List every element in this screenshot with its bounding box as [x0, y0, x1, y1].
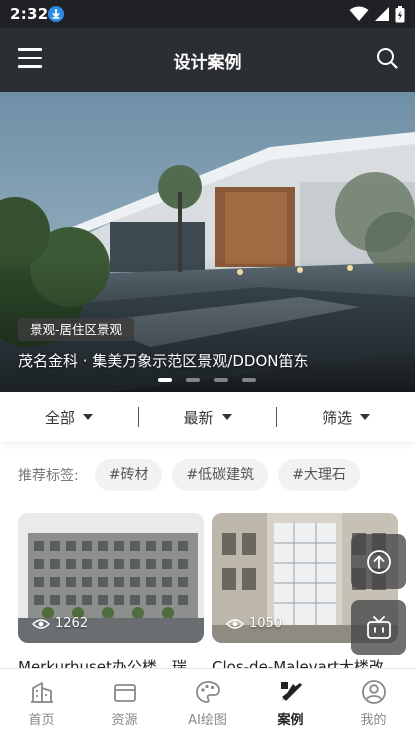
- scroll-to-top-button[interactable]: [351, 534, 406, 589]
- app-header: 设计案例: [0, 28, 415, 92]
- download-notification-icon: [48, 6, 64, 22]
- nav-item-ai-drawing[interactable]: AI绘图: [166, 669, 249, 738]
- banner-category-tag: 景观-居住区景观: [18, 318, 135, 341]
- filter-label: 最新: [183, 408, 214, 427]
- filter-all-dropdown[interactable]: 全部: [0, 407, 138, 428]
- nav-label: 资源: [111, 713, 138, 728]
- filter-bar: 全部 最新 筛选: [0, 392, 415, 442]
- battery-icon: [395, 5, 405, 22]
- recommended-tags: 推荐标签: #砖材 #低碳建筑 #大理石: [18, 458, 360, 492]
- tag-chip[interactable]: #大理石: [278, 459, 360, 491]
- tv-icon: [366, 615, 391, 639]
- page-title: 设计案例: [173, 53, 242, 73]
- filter-label: 筛选: [322, 408, 353, 427]
- nav-item-home[interactable]: 首页: [0, 669, 83, 738]
- folder-icon: [113, 684, 136, 702]
- palette-icon: [195, 681, 220, 703]
- caret-down-icon: [82, 414, 93, 420]
- signal-icon: [375, 7, 389, 21]
- status-time: 2:32: [10, 5, 49, 23]
- nav-label: 我的: [360, 713, 387, 728]
- case-card[interactable]: 1262: [18, 513, 204, 643]
- tag-chip[interactable]: #低碳建筑: [172, 459, 269, 491]
- view-count: 1050: [226, 616, 282, 631]
- arrow-up-circle-icon: [366, 549, 391, 574]
- banner-dot[interactable]: [186, 378, 200, 382]
- eye-icon: [32, 618, 50, 629]
- bottom-navigation: 首页 资源 AI绘图 案例 我的: [0, 668, 415, 738]
- app-screen: 2:32 设计案例 景观-居住区景观 茂名金科 · 集美万象示范区景观/DDON…: [0, 0, 415, 738]
- banner-image: [0, 92, 415, 392]
- tag-chip[interactable]: #砖材: [94, 459, 163, 491]
- nav-item-resources[interactable]: 资源: [83, 669, 166, 738]
- drafting-tools-icon: [280, 682, 302, 701]
- filter-screen-dropdown[interactable]: 筛选: [277, 407, 415, 428]
- search-icon[interactable]: [375, 46, 399, 70]
- home-building-icon: [30, 682, 53, 703]
- nav-item-cases[interactable]: 案例: [249, 669, 332, 738]
- featured-banner[interactable]: 景观-居住区景观 茂名金科 · 集美万象示范区景观/DDON笛东: [0, 92, 415, 392]
- caret-down-icon: [221, 414, 232, 420]
- nav-item-profile[interactable]: 我的: [332, 669, 415, 738]
- tv-button[interactable]: [351, 600, 406, 655]
- view-count: 1262: [32, 616, 88, 631]
- user-icon: [361, 680, 386, 704]
- banner-dot[interactable]: [214, 378, 228, 382]
- view-count-text: 1262: [55, 616, 89, 631]
- caret-down-icon: [360, 414, 371, 420]
- banner-caption: 茂名金科 · 集美万象示范区景观/DDON笛东: [18, 352, 309, 370]
- nav-label: AI绘图: [188, 713, 227, 728]
- nav-label: 案例: [277, 713, 304, 728]
- status-icons: [349, 5, 405, 23]
- filter-sort-dropdown[interactable]: 最新: [139, 407, 277, 428]
- banner-pagination: [158, 378, 256, 382]
- banner-dot[interactable]: [242, 378, 256, 382]
- nav-label: 首页: [28, 713, 55, 728]
- filter-label: 全部: [44, 408, 75, 427]
- view-count-text: 1050: [249, 616, 283, 631]
- wifi-icon: [349, 6, 369, 21]
- status-bar: 2:32: [0, 0, 415, 28]
- banner-dot[interactable]: [158, 378, 172, 382]
- recommended-tags-label: 推荐标签:: [18, 468, 79, 484]
- eye-icon: [226, 618, 244, 629]
